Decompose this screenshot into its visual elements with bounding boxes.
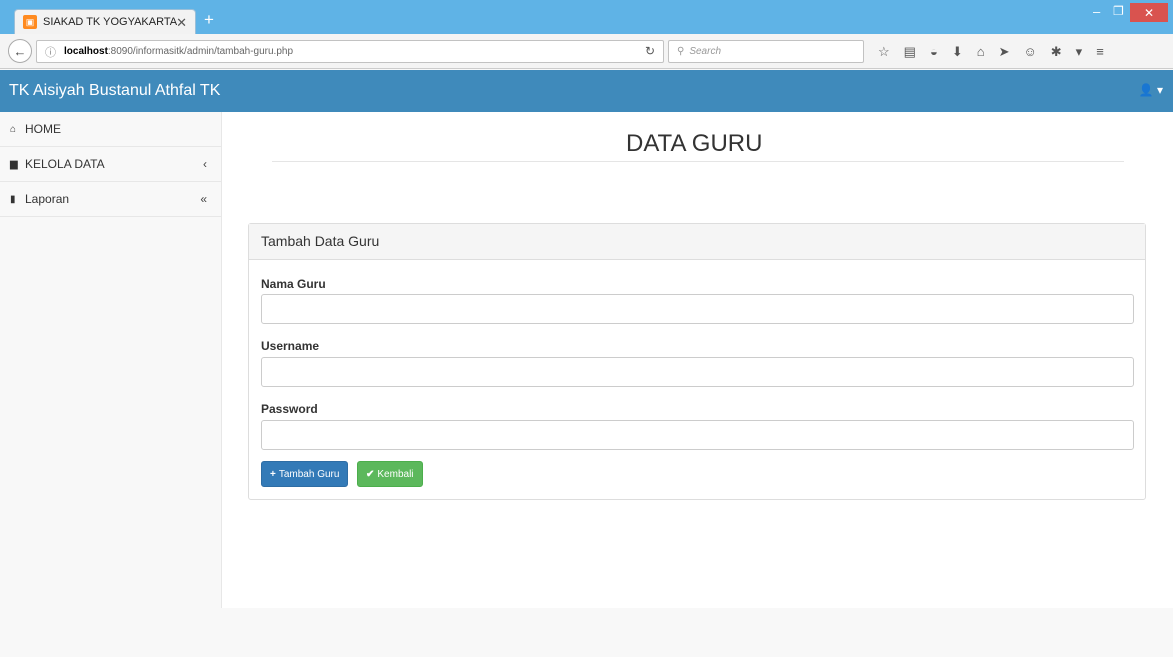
brand-title[interactable]: TK Aisiyah Bustanul Athfal TK [9,82,220,100]
chat-icon[interactable]: ☺ [1023,44,1036,60]
sidebar-item-home[interactable]: ⌂ HOME [0,112,221,147]
menu-icon[interactable]: ≡ [1096,44,1104,60]
app-header: TK Aisiyah Bustanul Athfal TK 👤 ▾ [0,70,1173,112]
main-content: DATA GURU Tambah Data Guru Nama Guru Use… [222,112,1173,608]
search-placeholder: Search [689,46,722,57]
form-panel: Tambah Data Guru Nama Guru Username Pass… [248,223,1146,500]
url-host: localhost [64,46,108,57]
url-bar[interactable]: ⓘ localhost:8090/informasitk/admin/tamba… [36,40,664,63]
back-arrow-icon[interactable]: ← [8,39,32,63]
maximize-icon[interactable]: ❐ [1113,4,1124,18]
user-icon: 👤 [1138,83,1154,97]
sidebar-item-label: KELOLA DATA [25,157,105,171]
username-input[interactable] [261,357,1134,387]
minimize-icon[interactable]: – [1093,4,1100,19]
sidebar-item-label: HOME [25,122,61,136]
browser-titlebar: ▣ SIAKAD TK YOGYAKARTA ✕ + – ❐ ✕ [0,0,1173,34]
sidebar-item-label: Laporan [25,192,70,206]
search-input[interactable]: ⚲ Search [668,40,864,63]
check-icon: ✔ [366,468,375,480]
folder-icon: ▆ [10,158,18,170]
search-icon: ⚲ [677,46,685,57]
favicon-icon: ▣ [23,15,37,29]
download-icon[interactable]: ⬇ [952,44,963,60]
plus-icon: + [270,468,276,480]
send-icon[interactable]: ➤ [999,44,1010,60]
tambah-guru-label: Tambah Guru [278,468,340,480]
bookmark-star-icon[interactable]: ☆ [878,44,890,60]
browser-navbar: ← ⓘ localhost:8090/informasitk/admin/tam… [0,34,1173,69]
pocket-icon[interactable]: ◒ [930,44,938,60]
chevron-left-icon: ‹ [203,157,207,171]
nama-guru-label: Nama Guru [261,277,326,291]
nama-guru-input[interactable] [261,294,1134,324]
reading-list-icon[interactable]: ▤ [904,44,916,60]
reload-icon[interactable]: ↻ [645,44,655,58]
extension-icon[interactable]: ✱ [1051,44,1062,60]
toolbar-icons: ☆ ▤ ◒ ⬇ ⌂ ➤ ☺ ✱ ▾ ≡ [878,44,1104,60]
double-chevron-left-icon: « [200,192,207,206]
password-input[interactable] [261,420,1134,450]
username-label: Username [261,339,320,353]
close-tab-icon[interactable]: ✕ [176,15,187,31]
kembali-button[interactable]: ✔ Kembali [357,461,423,487]
password-label: Password [261,402,318,416]
kembali-label: Kembali [377,468,414,480]
overflow-dropdown-icon[interactable]: ▾ [1076,44,1083,60]
file-icon: ▮ [10,193,16,205]
tab-title: SIAKAD TK YOGYAKARTA [43,16,178,28]
tambah-guru-button[interactable]: + Tambah Guru [261,461,349,487]
new-tab-icon[interactable]: + [204,10,214,30]
info-icon[interactable]: ⓘ [45,44,56,60]
chevron-down-icon: ▾ [1156,83,1163,97]
url-path: :8090/informasitk/admin/tambah-guru.php [107,46,294,57]
page-title: DATA GURU [626,130,763,157]
browser-tab[interactable]: ▣ SIAKAD TK YOGYAKARTA ✕ [14,9,196,34]
sidebar-item-laporan[interactable]: ▮ Laporan « [0,182,221,217]
home-icon: ⌂ [10,123,17,135]
window-close-icon[interactable]: ✕ [1130,3,1168,22]
home-icon[interactable]: ⌂ [977,44,985,60]
user-menu[interactable]: 👤 ▾ [1139,83,1163,97]
title-divider [272,161,1124,162]
panel-heading: Tambah Data Guru [249,224,1145,260]
sidebar: ⌂ HOME ▆ KELOLA DATA ‹ ▮ Laporan « [0,112,222,608]
sidebar-item-kelola-data[interactable]: ▆ KELOLA DATA ‹ [0,147,221,182]
